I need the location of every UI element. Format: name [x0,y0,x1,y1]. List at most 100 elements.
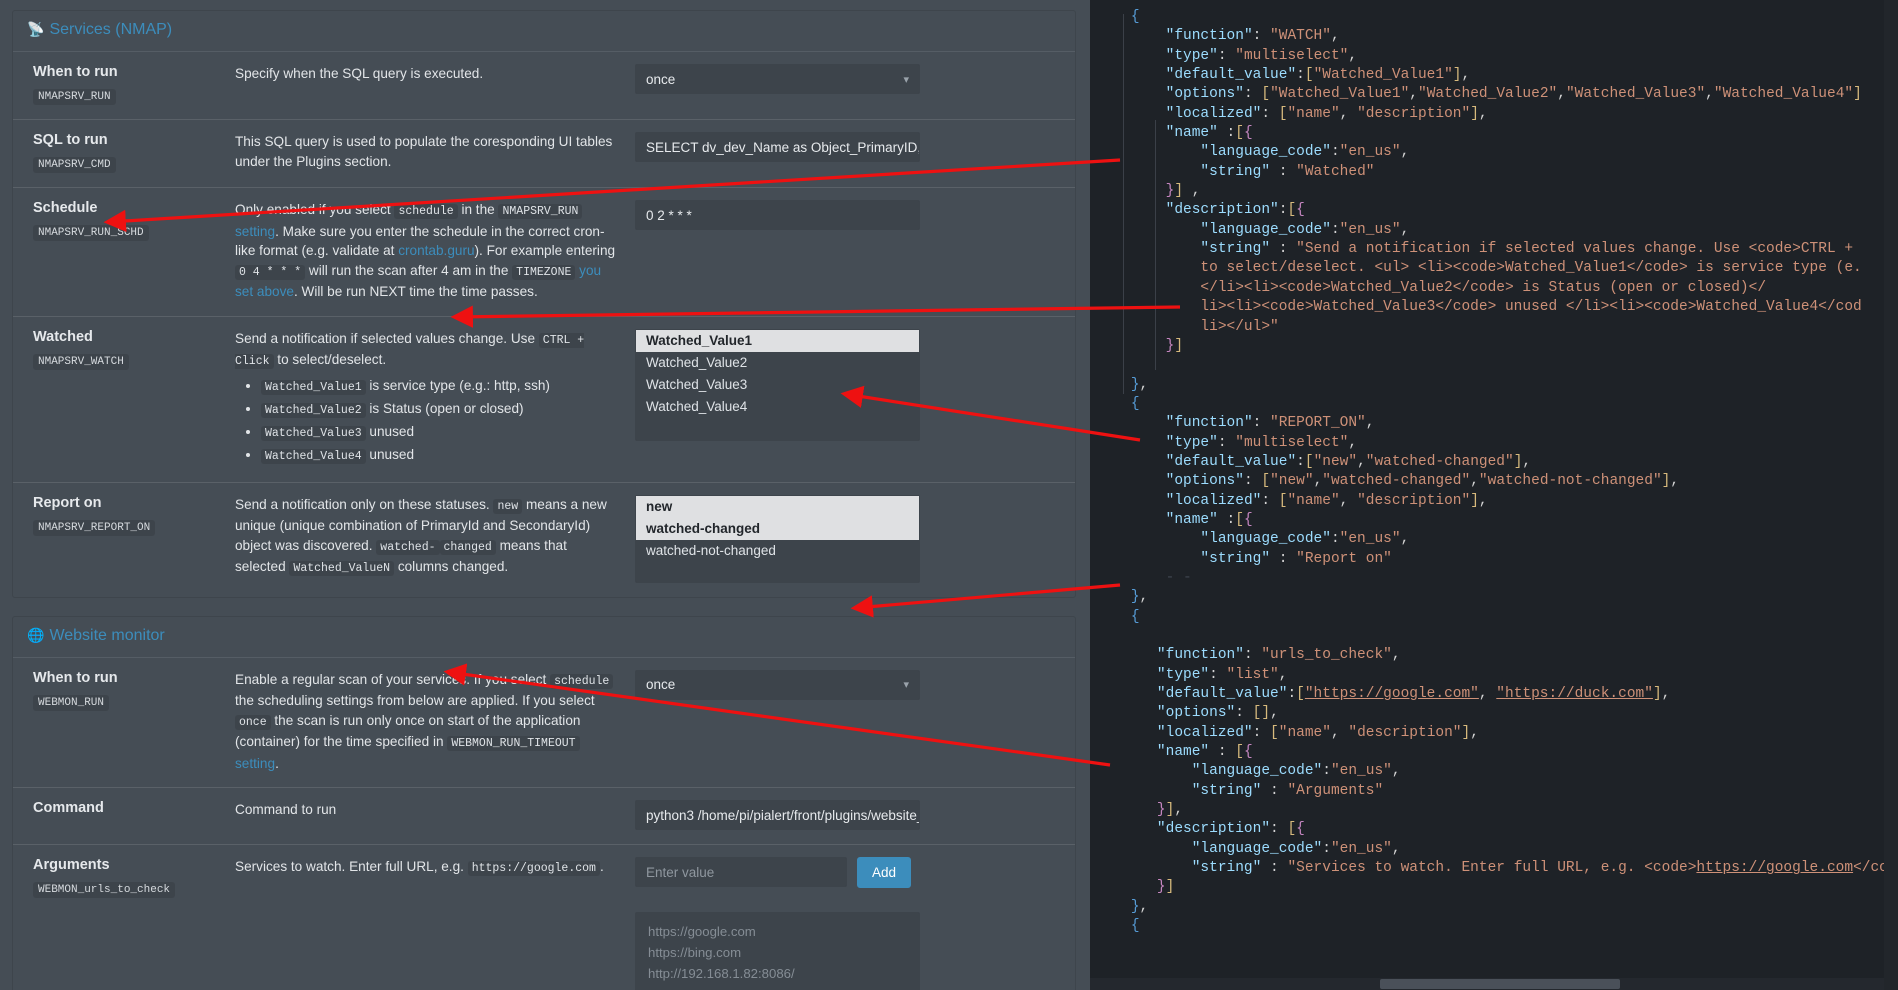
code-token: "string" [1192,783,1262,799]
code-token: } [1131,899,1140,915]
input-webmon-url[interactable]: Enter value [635,857,847,887]
code-token: "default_value" [1166,67,1297,83]
setting-description: Specify when the SQL query is executed. [235,64,635,84]
select-value: once [646,72,675,87]
setting-label-nmapsrv-cmd: SQL to run NMAPSRV_CMD [13,132,235,173]
code-token: : [1322,841,1331,857]
code-token: ] [1261,705,1270,721]
setting-key-badge: NMAPSRV_CMD [33,157,116,173]
multiselect-nmapsrv-report-on[interactable]: new watched-changed watched-not-changed [635,495,920,583]
code-line: "type": "list", [1090,666,1898,685]
code-line: - - [1090,569,1898,588]
code-token: [ [1235,512,1244,528]
crontab-guru-link[interactable]: crontab.guru [398,243,474,258]
desc-part: columns changed. [394,559,508,574]
inline-code: Watched_Value1 [261,380,366,395]
url-list[interactable]: https://google.com https://bing.com http… [635,912,920,990]
code-line: "description": [{ [1090,820,1898,839]
code-token: : [1296,67,1305,83]
code-token: li></ul>" [1200,319,1278,335]
input-placeholder: Enter value [646,865,714,880]
list-item[interactable]: http://192.168.1.82:8086/ [636,963,919,984]
inline-code: once [235,715,271,730]
code-token: - - [1166,570,1192,586]
code-token: } [1157,802,1166,818]
code-token: , [1409,86,1418,102]
card-header-website-monitor: 🌐Website monitor [13,617,1075,658]
setting-link[interactable]: setting [235,756,275,771]
code-line: "localized": ["name", "description"], [1090,105,1898,124]
code-token: : [1261,106,1278,122]
desc-part: select/deselect. [292,352,386,367]
horizontal-scrollbar-thumb[interactable] [1380,979,1620,989]
multiselect-option[interactable]: Watched_Value2 [636,352,919,374]
code-token [1096,531,1200,547]
code-token: , [1348,48,1357,64]
code-token: ] [1174,338,1183,354]
code-token: "description" [1348,725,1461,741]
code-token [1096,319,1200,335]
input-nmapsrv-run-schd[interactable]: 0 2 * * * [635,200,920,230]
input-nmapsrv-cmd[interactable]: SELECT dv_dev_Name as Object_PrimaryID, … [635,132,920,162]
desc-part: Send a notification if selected values c… [235,331,539,346]
multiselect-option[interactable]: Watched_Value3 [636,374,919,396]
add-button[interactable]: Add [857,857,911,888]
setting-field: Watched_Value1 Watched_Value2 Watched_Va… [635,329,935,441]
code-token: "localized" [1166,493,1262,509]
code-token: , [1357,454,1366,470]
list-item[interactable]: https://bing.com [636,942,919,963]
code-token: "name" [1166,512,1218,528]
setting-label-nmapsrv-report-on: Report on NMAPSRV_REPORT_ON [13,495,235,536]
code-token: , [1470,473,1479,489]
select-nmapsrv-run[interactable]: once ▾ [635,64,920,94]
code-line: "options": ["new","watched-changed","wat… [1090,472,1898,491]
chevron-down-icon: ▾ [903,678,909,691]
code-line: "default_value":["Watched_Value1"], [1090,66,1898,85]
code-token: "description" [1157,821,1270,837]
multiselect-option[interactable]: watched-changed [636,518,919,540]
code-line: { [1090,395,1898,414]
globe-icon: 🌐 [27,627,44,643]
code-token: "Send a notification if selected values … [1296,241,1853,257]
code-token: "en_us" [1340,222,1401,238]
multiselect-option[interactable]: Watched_Value1 [636,330,919,352]
code-token: [ [1305,67,1314,83]
select-webmon-run[interactable]: once ▾ [635,670,920,700]
list-item: Watched_Value3 unused [261,422,621,444]
multiselect-nmapsrv-watch[interactable]: Watched_Value1 Watched_Value2 Watched_Va… [635,329,920,441]
code-token: , [1401,222,1410,238]
code-token [1096,144,1200,160]
setting-row-webmon-urls-to-check: Arguments WEBMON_urls_to_check Services … [13,845,1075,990]
code-token: : [1270,551,1296,567]
list-item[interactable]: https://google.com [636,921,919,942]
desc-part: will run the scan after 4 am in [305,263,486,278]
code-token: : [1218,435,1235,451]
input-webmon-command[interactable]: python3 /home/pi/pialert/front/plugins/w… [635,800,920,830]
code-token: "options" [1166,473,1244,489]
setting-row-nmapsrv-watch: Watched NMAPSRV_WATCH Send a notificatio… [13,317,1075,483]
label-title: When to run [33,670,235,687]
json-code-view[interactable]: { "function": "WATCH", "type": "multisel… [1090,0,1898,990]
code-line: </li><li><code>Watched_Value2</code> is … [1090,279,1898,298]
multiselect-option[interactable]: Watched_Value4 [636,396,919,418]
code-token: "name" [1287,106,1339,122]
code-line: "string" : "Services to watch. Enter ful… [1090,859,1898,878]
multiselect-option[interactable]: new [636,496,919,518]
code-token: : [1261,860,1287,876]
multiselect-option[interactable]: watched-not-changed [636,540,919,562]
code-token: "https://duck.com" [1496,686,1653,702]
inline-code: schedule [394,204,457,219]
code-token: : [1244,473,1261,489]
input-value: python3 /home/pi/pialert/front/plugins/w… [646,808,920,823]
vertical-scrollbar[interactable] [1884,0,1898,990]
code-token: "default_value" [1157,686,1288,702]
code-token: , [1392,841,1401,857]
select-value: once [646,677,675,692]
code-line [1090,627,1898,646]
list-item-text: is service type (e.g.: http, ssh) [366,378,550,393]
code-token: "https://google.com" [1305,686,1479,702]
code-token [1096,899,1131,915]
list-item-text: unused [366,424,414,439]
setting-link[interactable]: setting [235,224,275,239]
code-token [1096,725,1157,741]
